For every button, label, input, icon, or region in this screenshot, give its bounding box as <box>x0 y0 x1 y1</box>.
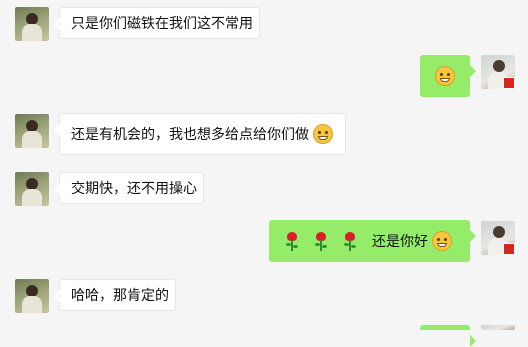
outgoing-message-bubble[interactable] <box>420 55 476 97</box>
contact-avatar[interactable] <box>15 279 49 313</box>
outgoing-message-bubble-partial[interactable] <box>420 325 476 347</box>
user-avatar[interactable] <box>481 55 515 89</box>
surprised-smile-emoji-icon <box>435 66 455 86</box>
avatar-head <box>493 60 505 72</box>
message-text: 交期快，还不用操心 <box>71 181 197 197</box>
message-text: 哈哈，那肯定的 <box>71 288 169 304</box>
user-avatar[interactable] <box>481 221 515 255</box>
message-text: 只是你们磁铁在我们这不常用 <box>71 16 253 32</box>
rose-emoji-icon <box>285 231 299 251</box>
incoming-message-bubble[interactable]: 哈哈，那肯定的 <box>54 279 176 311</box>
grin-emoji-icon <box>432 231 452 251</box>
rose-emoji-icon <box>314 231 328 251</box>
message-text: 还是你好 <box>372 234 428 250</box>
incoming-message-bubble[interactable]: 交期快，还不用操心 <box>54 172 204 204</box>
user-avatar-partial[interactable] <box>481 325 515 330</box>
flag-badge-icon <box>503 77 515 89</box>
avatar-body <box>22 131 42 148</box>
incoming-message-bubble[interactable]: 只是你们磁铁在我们这不常用 <box>54 7 260 39</box>
contact-avatar[interactable] <box>15 114 49 148</box>
avatar-body <box>22 296 42 313</box>
avatar-body <box>22 189 42 206</box>
incoming-message-bubble[interactable]: 还是有机会的，我也想多给点给你们做 <box>54 113 346 155</box>
contact-avatar[interactable] <box>15 7 49 41</box>
contact-avatar[interactable] <box>15 172 49 206</box>
grin-emoji-icon <box>313 124 333 144</box>
outgoing-message-bubble[interactable]: 还是你好 <box>269 220 476 262</box>
avatar-head <box>493 226 505 238</box>
flag-badge-icon <box>503 243 515 255</box>
rose-emoji-icon <box>343 231 357 251</box>
message-text: 还是有机会的，我也想多给点给你们做 <box>71 127 309 143</box>
avatar-body <box>22 24 42 41</box>
